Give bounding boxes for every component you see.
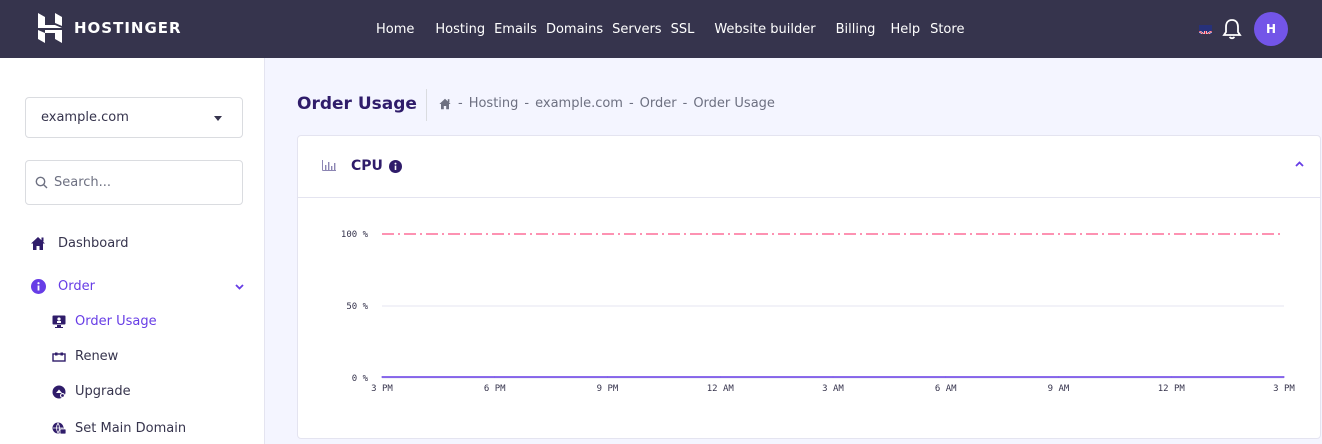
hostinger-logo-icon	[38, 13, 62, 43]
sidebar-subitem-label: Order Usage	[75, 314, 157, 329]
monitor-icon	[52, 315, 66, 329]
x-tick-label: 3 AM	[822, 384, 844, 394]
nav-home[interactable]: Home	[376, 22, 414, 37]
cpu-chart: 100 %50 %0 %3 PM 6 PM 9 PM 12 AM 3 AM 6 AM 9 A…	[341, 230, 1296, 394]
uk-flag-icon[interactable]	[1199, 24, 1212, 34]
home-icon[interactable]	[438, 98, 452, 110]
cpu-data-point	[1283, 376, 1285, 378]
domain-select-value: example.com	[41, 110, 129, 125]
nav-emails[interactable]: Emails	[494, 22, 537, 37]
sidebar-subitem-set-main-domain[interactable]: Set Main Domain	[52, 421, 186, 436]
sidebar-item-order[interactable]: Order	[30, 278, 95, 294]
main-nav: Home Hosting Emails Domains Servers SSL …	[376, 0, 964, 58]
search-input[interactable]	[54, 175, 234, 190]
cpu-data-point	[494, 376, 496, 378]
sidebar-subitem-label: Renew	[75, 349, 119, 364]
x-tick-label: 9 PM	[597, 384, 619, 394]
globe-icon	[52, 422, 66, 436]
breadcrumb-current: Order Usage	[693, 96, 775, 111]
breadcrumb-separator: -	[682, 96, 688, 111]
cpu-card-title: CPU	[351, 158, 383, 174]
search-box[interactable]	[25, 160, 243, 205]
sidebar-subitem-order-usage[interactable]: Order Usage	[52, 314, 157, 329]
sidebar-item-label: Dashboard	[58, 235, 129, 251]
sidebar-subitem-label: Upgrade	[75, 384, 131, 399]
bell-icon[interactable]	[1222, 18, 1242, 40]
breadcrumb-domain[interactable]: example.com	[535, 96, 623, 111]
title-divider	[426, 89, 427, 121]
chevron-down-icon[interactable]	[235, 284, 244, 290]
brand-name: HOSTINGER	[74, 19, 182, 37]
info-icon[interactable]	[389, 160, 402, 173]
x-tick-label: 12 PM	[1158, 384, 1186, 394]
y-tick-label: 50 %	[346, 302, 368, 312]
info-circle-icon	[30, 278, 46, 294]
x-tick-label: 6 AM	[935, 384, 957, 394]
domain-select[interactable]: example.com	[25, 97, 243, 138]
nav-ssl[interactable]: SSL	[671, 22, 695, 37]
nav-hosting[interactable]: Hosting	[435, 22, 485, 37]
y-tick-label: 100 %	[341, 230, 369, 240]
breadcrumb: - Hosting - example.com - Order - Order …	[438, 96, 775, 111]
avatar-initial: H	[1265, 22, 1277, 36]
x-tick-label: 6 PM	[484, 384, 506, 394]
chevron-up-icon[interactable]	[1295, 161, 1304, 167]
x-tick-label: 3 PM	[1273, 384, 1295, 394]
nav-billing[interactable]: Billing	[836, 22, 876, 37]
renew-icon	[52, 350, 66, 364]
breadcrumb-separator: -	[458, 96, 463, 111]
nav-store[interactable]: Store	[930, 22, 964, 37]
nav-servers[interactable]: Servers	[612, 22, 661, 37]
top-navbar: HOSTINGER Home Hosting Emails Domains Se…	[0, 0, 1322, 58]
avatar[interactable]: H	[1254, 12, 1288, 46]
cpu-data-point	[381, 376, 383, 378]
x-tick-label: 12 AM	[707, 384, 735, 394]
caret-down-icon	[214, 116, 222, 121]
cpu-data-point	[606, 376, 609, 378]
cpu-card-header[interactable]: CPU	[298, 136, 1320, 198]
sidebar-subitem-label: Set Main Domain	[75, 421, 187, 436]
cpu-data-point	[719, 376, 721, 378]
cpu-data-point	[945, 376, 947, 378]
upgrade-icon	[52, 385, 66, 399]
x-tick-label: 3 PM	[371, 384, 393, 394]
home-icon	[30, 235, 46, 251]
sidebar: example.com Dashboard Order	[0, 58, 265, 444]
search-icon	[35, 176, 48, 189]
cpu-data-point	[832, 376, 834, 378]
x-tick-label: 9 AM	[1048, 384, 1070, 394]
topbar-actions: H	[1199, 10, 1288, 48]
nav-website-builder[interactable]: Website builder	[714, 22, 815, 37]
breadcrumb-separator: -	[524, 96, 530, 111]
cpu-card: CPU 100 % 50 % 0 % 3 PM 6 PM 9 PM 12 AM 3 AM 6 A…	[297, 135, 1321, 439]
y-tick-label: 0 %	[352, 374, 369, 384]
sidebar-item-dashboard[interactable]: Dashboard	[30, 235, 129, 251]
cpu-data-point	[1170, 376, 1172, 378]
breadcrumb-separator: -	[628, 96, 634, 111]
breadcrumb-order[interactable]: Order	[640, 96, 677, 111]
sidebar-subitem-renew[interactable]: Renew	[52, 349, 118, 364]
sidebar-subitem-upgrade[interactable]: Upgrade	[52, 384, 131, 399]
nav-domains[interactable]: Domains	[546, 22, 603, 37]
bar-chart-icon	[322, 160, 336, 171]
cpu-data-point	[1057, 376, 1060, 378]
page-title: Order Usage	[297, 94, 417, 114]
breadcrumb-hosting[interactable]: Hosting	[469, 96, 519, 111]
sidebar-item-label: Order	[58, 278, 95, 294]
nav-help[interactable]: Help	[890, 22, 920, 37]
hostinger-logo[interactable]: HOSTINGER	[38, 13, 182, 43]
